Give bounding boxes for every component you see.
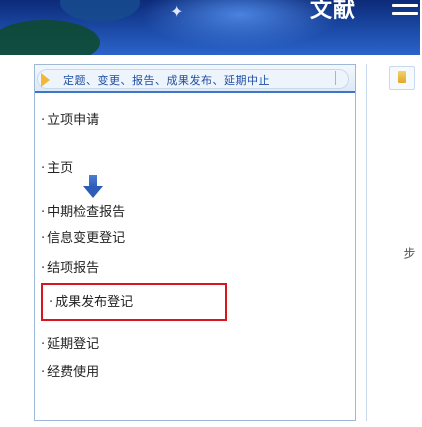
star-icon: ✦ (170, 2, 184, 21)
nav-item-extension[interactable]: · 延期登记 (41, 333, 99, 352)
nav-item-funds[interactable]: · 经费使用 (41, 361, 99, 380)
nav-item-midterm-report[interactable]: · 中期检查报告 (41, 201, 125, 220)
banner-brand-text: 文献 (310, 0, 357, 23)
folder-icon[interactable] (389, 66, 415, 90)
nav-item-label: 结项报告 (47, 261, 100, 276)
nav-item-label: 中期检查报告 (47, 205, 126, 220)
nav-item-home[interactable]: · 主页 (41, 157, 73, 176)
side-label: 步 (402, 247, 416, 259)
arrow-right-icon (41, 73, 50, 87)
nav-item-apply[interactable]: · 立项申请 (41, 109, 99, 128)
nav-item-label: 成果发布登记 (55, 295, 134, 310)
tab-bar: 定题、变更、报告、成果发布、延期中止 (35, 65, 355, 93)
arrow-down-icon (83, 175, 103, 203)
divider (335, 71, 336, 85)
nav-item-label: 主页 (47, 161, 74, 176)
nav-item-label: 延期登记 (47, 337, 100, 352)
nav-item-label: 经费使用 (47, 365, 100, 380)
nav-item-info-change[interactable]: · 信息变更登记 (41, 227, 125, 246)
banner-decoration (60, 0, 140, 22)
nav-item-final-report[interactable]: · 结项报告 (41, 257, 99, 276)
banner-decoration (0, 20, 100, 55)
nav-item-result-publish[interactable]: · 成果发布登记 (49, 291, 133, 310)
right-panel: 步 (366, 64, 422, 421)
nav-item-label: 信息变更登记 (47, 231, 126, 246)
header-banner: ✦ 文献 (0, 0, 420, 55)
nav-item-label: 立项申请 (47, 113, 100, 128)
workflow-panel: 定题、变更、报告、成果发布、延期中止 · 立项申请 · 主页 · 中期检查报告 · 信息… (34, 64, 356, 421)
tab-links[interactable]: 定题、变更、报告、成果发布、延期中止 (63, 72, 270, 88)
menu-icon[interactable] (392, 2, 418, 24)
